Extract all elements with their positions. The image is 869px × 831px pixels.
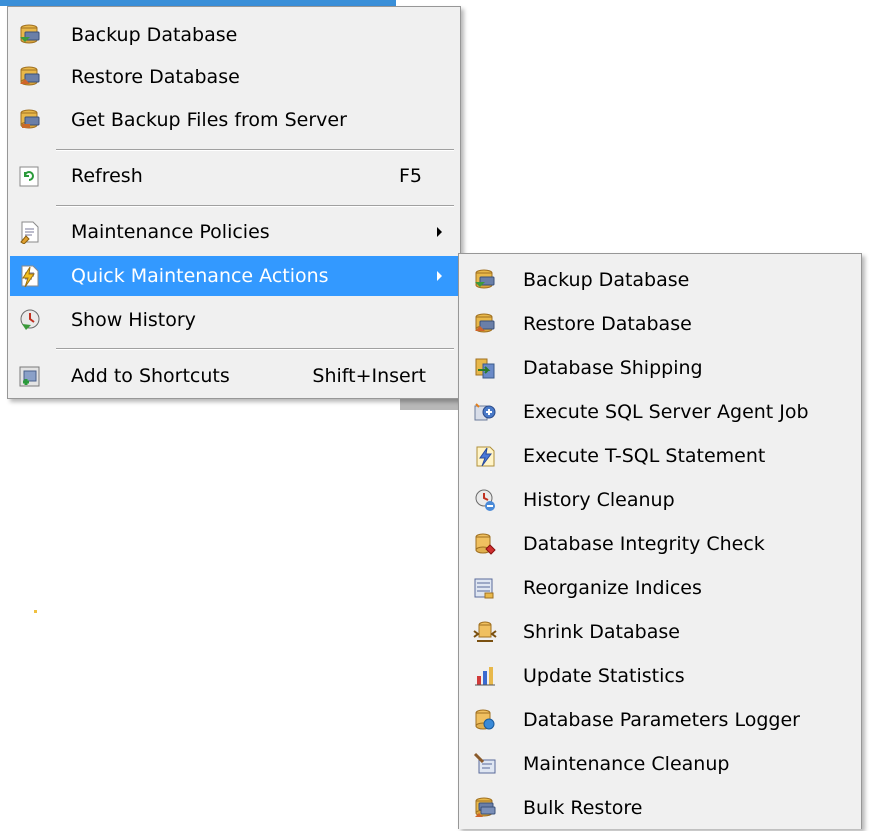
submenu-item-label: Database Parameters Logger	[523, 709, 800, 731]
menu-item-restore-database[interactable]: Restore Database	[10, 57, 458, 97]
submenu-arrow-icon	[437, 271, 442, 281]
menu-item-show-history[interactable]: Show History	[10, 300, 458, 340]
context-menu: Backup Database Restore Database Get Bac…	[7, 6, 461, 399]
restore-database-icon	[473, 312, 497, 336]
backup-database-icon	[18, 23, 42, 47]
maintenance-cleanup-icon	[473, 752, 497, 776]
menu-item-label: Quick Maintenance Actions	[71, 265, 329, 287]
submenu-arrow-icon	[437, 227, 442, 237]
integrity-check-icon	[473, 532, 497, 556]
maintenance-policies-icon	[18, 220, 42, 244]
shrink-database-icon	[473, 620, 497, 644]
background-speck	[34, 610, 37, 613]
bulk-restore-icon	[473, 796, 497, 820]
submenu-item-label: Shrink Database	[523, 621, 680, 643]
shortcut-text: F5	[398, 165, 422, 187]
tsql-statement-icon	[473, 444, 497, 468]
submenu-item-update-statistics[interactable]: Update Statistics	[461, 655, 859, 699]
shortcut-text: Shift+Insert	[312, 365, 426, 387]
submenu-item-label: Maintenance Cleanup	[523, 753, 730, 775]
menu-item-get-backup-files[interactable]: Get Backup Files from Server	[10, 100, 458, 140]
restore-database-icon	[18, 65, 42, 89]
menu-separator	[56, 149, 454, 151]
submenu-item-label: Update Statistics	[523, 665, 685, 687]
menu-item-backup-database[interactable]: Backup Database	[10, 15, 458, 55]
menu-item-refresh[interactable]: Refresh F5	[10, 156, 458, 196]
submenu-item-restore-database[interactable]: Restore Database	[461, 303, 859, 347]
menu-item-label: Maintenance Policies	[71, 221, 270, 243]
submenu-item-shrink-database[interactable]: Shrink Database	[461, 611, 859, 655]
submenu-item-backup-database[interactable]: Backup Database	[461, 259, 859, 303]
database-shipping-icon	[473, 356, 497, 380]
submenu-item-integrity-check[interactable]: Database Integrity Check	[461, 523, 859, 567]
quick-maintenance-submenu: Backup Database Restore Database Databas…	[458, 253, 862, 829]
menu-item-label: Get Backup Files from Server	[71, 109, 347, 131]
submenu-item-label: Backup Database	[523, 269, 690, 291]
submenu-item-parameters-logger[interactable]: Database Parameters Logger	[461, 699, 859, 743]
menu-item-label: Add to Shortcuts	[71, 365, 230, 387]
add-to-shortcuts-icon	[18, 364, 42, 388]
menu-item-label: Refresh	[71, 165, 143, 187]
history-cleanup-icon	[473, 488, 497, 512]
menu-item-label: Show History	[71, 309, 196, 331]
submenu-item-label: Reorganize Indices	[523, 577, 702, 599]
get-backup-files-icon	[18, 108, 42, 132]
menu-item-quick-maintenance-actions[interactable]: Quick Maintenance Actions	[10, 256, 458, 296]
submenu-item-execute-tsql[interactable]: Execute T-SQL Statement	[461, 435, 859, 479]
submenu-item-label: Execute SQL Server Agent Job	[523, 401, 809, 423]
menu-separator	[56, 348, 454, 350]
menu-item-add-to-shortcuts[interactable]: Add to Shortcuts Shift+Insert	[10, 356, 458, 396]
menu-item-label: Backup Database	[71, 24, 238, 46]
menu-item-label: Restore Database	[71, 66, 240, 88]
submenu-item-database-shipping[interactable]: Database Shipping	[461, 347, 859, 391]
submenu-item-history-cleanup[interactable]: History Cleanup	[461, 479, 859, 523]
menu-separator	[56, 205, 454, 207]
submenu-item-label: Database Shipping	[523, 357, 703, 379]
agent-job-icon	[473, 400, 497, 424]
update-statistics-icon	[473, 664, 497, 688]
submenu-item-bulk-restore[interactable]: Bulk Restore	[461, 787, 859, 831]
submenu-item-label: Database Integrity Check	[523, 533, 765, 555]
refresh-icon	[18, 164, 42, 188]
submenu-item-label: Execute T-SQL Statement	[523, 445, 766, 467]
menu-item-maintenance-policies[interactable]: Maintenance Policies	[10, 212, 458, 252]
submenu-item-reorganize-indices[interactable]: Reorganize Indices	[461, 567, 859, 611]
submenu-item-maintenance-cleanup[interactable]: Maintenance Cleanup	[461, 743, 859, 787]
submenu-item-execute-agent-job[interactable]: Execute SQL Server Agent Job	[461, 391, 859, 435]
submenu-item-label: Bulk Restore	[523, 797, 643, 819]
backup-database-icon	[473, 268, 497, 292]
submenu-item-label: History Cleanup	[523, 489, 675, 511]
parameters-logger-icon	[473, 708, 497, 732]
quick-maintenance-icon	[18, 264, 42, 288]
show-history-icon	[18, 308, 42, 332]
submenu-item-label: Restore Database	[523, 313, 692, 335]
reorganize-indices-icon	[473, 576, 497, 600]
